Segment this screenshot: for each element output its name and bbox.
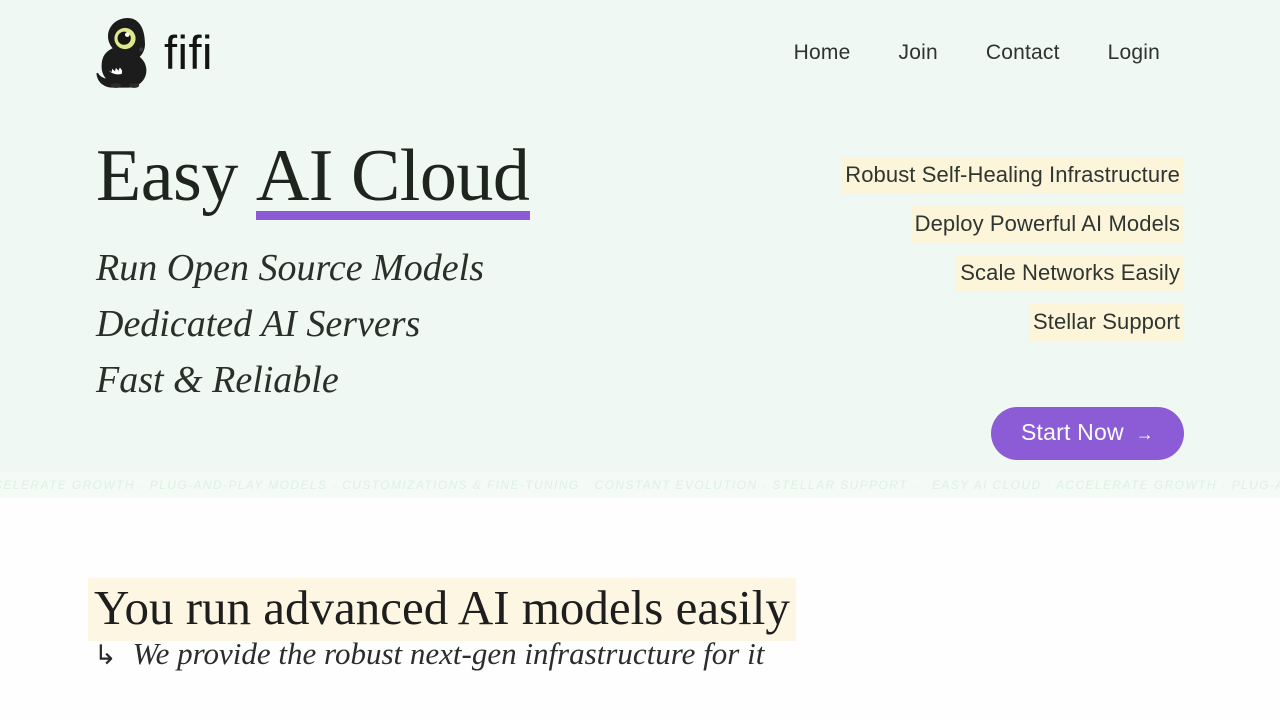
cta-container: Start Now → [991,407,1184,460]
main-navigation: Home Join Contact Login [770,35,1184,71]
hero-subheading-line: Run Open Source Models [96,247,484,289]
hero-subheading-line: Fast & Reliable [96,358,339,401]
headline-text-plain: Easy [96,135,256,217]
dinosaur-mascot-icon [96,16,150,90]
marquee-chunk: EASY AI CLOUD · ACCELERATE GROWTH · PLUG… [0,478,918,492]
nav-link-contact[interactable]: Contact [962,35,1084,71]
start-now-button[interactable]: Start Now → [991,407,1184,460]
hero-copy: Easy AI Cloud Run Open Source Models Ded… [96,139,716,409]
section-subline-text: We provide the robust next-gen infrastru… [132,636,765,671]
landing-page: fifi Home Join Contact Login Easy AI Clo… [0,0,1280,720]
nav-link-login[interactable]: Login [1084,35,1184,71]
arrow-right-icon: → [1135,423,1154,444]
value-proposition-section: You run advanced AI models easily ↳ We p… [0,498,1280,720]
nav-link-home[interactable]: Home [770,35,875,71]
arrow-turn-down-right-icon: ↳ [94,640,117,671]
feature-item: Robust Self-Healing Infrastructure [841,157,1184,194]
start-now-button-label: Start Now [1021,419,1124,445]
marquee-ticker: EASY AI CLOUD · ACCELERATE GROWTH · PLUG… [0,472,1280,498]
marquee-chunk: EASY AI CLOUD · ACCELERATE GROWTH · PLUG… [931,478,1280,492]
section-heading-highlight: You run advanced AI models easily [88,578,796,641]
section-subline: ↳ We provide the robust next-gen infrast… [94,638,764,669]
brand-logo[interactable]: fifi [96,16,213,90]
headline-text-underlined: AI Cloud [255,135,530,220]
section-heading: You run advanced AI models easily [94,580,790,635]
nav-link-join[interactable]: Join [875,35,962,71]
hero-headline: Easy AI Cloud [96,135,716,220]
site-header: fifi Home Join Contact Login [0,0,1280,105]
hero-subheading: Run Open Source Models Dedicated AI Serv… [96,241,716,409]
feature-item: Scale Networks Easily [956,255,1184,292]
brand-name: fifi [164,26,213,79]
hero-subheading-line: Dedicated AI Servers [96,302,421,345]
marquee-track: EASY AI CLOUD · ACCELERATE GROWTH · PLUG… [0,478,1280,492]
hero-section: fifi Home Join Contact Login Easy AI Clo… [0,0,1280,472]
feature-item: Stellar Support [1028,304,1184,341]
hero-feature-list: Robust Self-Healing Infrastructure Deplo… [754,157,1184,460]
feature-item: Deploy Powerful AI Models [910,206,1184,243]
